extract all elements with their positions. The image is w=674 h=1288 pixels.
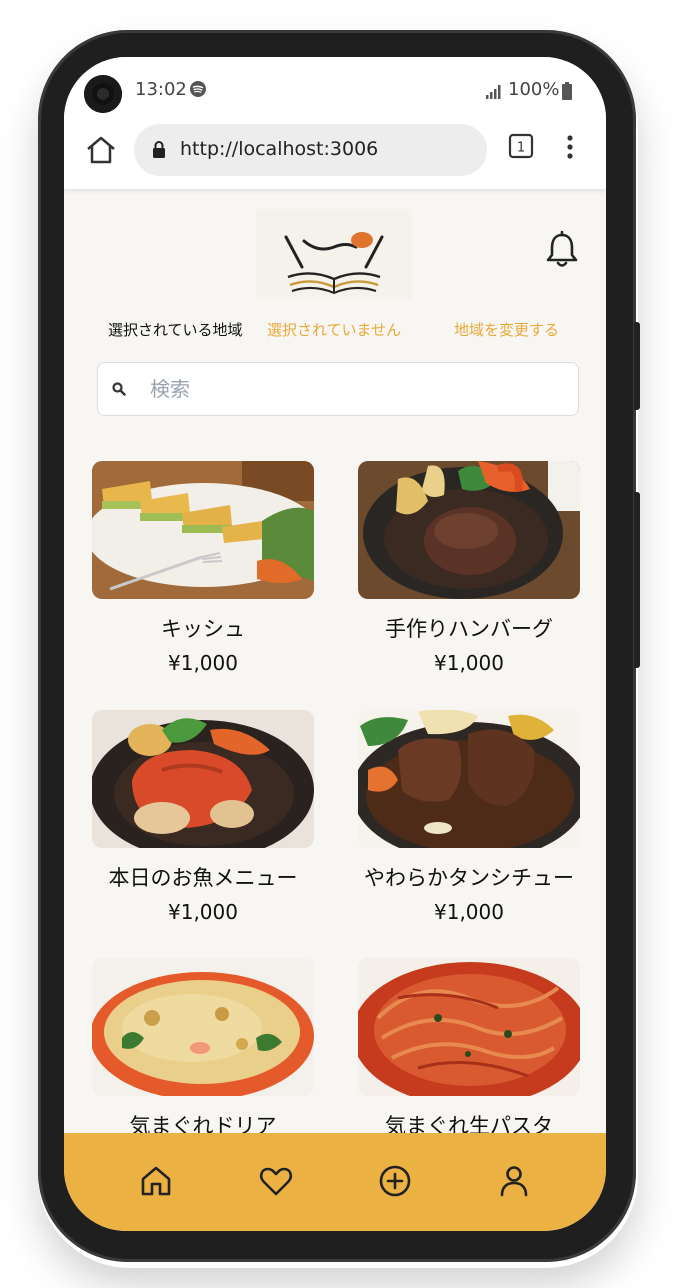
spotify-icon bbox=[190, 81, 206, 97]
status-bar: 13:02 100% bbox=[64, 57, 606, 119]
tab-count: 1 bbox=[517, 141, 525, 156]
menu-item-price: ¥1,000 bbox=[434, 651, 504, 675]
change-region-link[interactable]: 地域を変更する bbox=[454, 319, 559, 340]
app-logo bbox=[256, 209, 412, 299]
menu-item-name: 手作りハンバーグ bbox=[385, 617, 553, 641]
menu-item-image bbox=[358, 461, 580, 599]
phone-screen: 13:02 100% http://localhost:3006 1 選択されて… bbox=[64, 57, 606, 1231]
menu-item-price: ¥1,000 bbox=[168, 651, 238, 675]
menu-card[interactable]: 手作りハンバーグ ¥1,000 bbox=[358, 461, 580, 675]
power-button bbox=[634, 322, 640, 410]
signal-icon bbox=[486, 85, 501, 99]
user-icon[interactable] bbox=[496, 1163, 532, 1199]
menu-item-image bbox=[92, 958, 314, 1096]
address-bar[interactable]: http://localhost:3006 bbox=[134, 124, 487, 176]
status-time: 13:02 bbox=[135, 79, 187, 100]
browser-toolbar: http://localhost:3006 1 bbox=[64, 119, 606, 190]
menu-item-image bbox=[92, 461, 314, 599]
menu-item-price: ¥1,000 bbox=[434, 900, 504, 924]
lock-icon bbox=[153, 141, 165, 158]
browser-home-icon[interactable] bbox=[84, 133, 118, 167]
search-icon bbox=[112, 382, 126, 396]
front-camera bbox=[84, 75, 122, 113]
search-input[interactable] bbox=[148, 371, 562, 407]
heart-icon[interactable] bbox=[258, 1163, 294, 1199]
menu-item-image bbox=[358, 958, 580, 1096]
menu-card[interactable]: キッシュ ¥1,000 bbox=[92, 461, 314, 675]
url-text: http://localhost:3006 bbox=[180, 138, 379, 160]
battery-icon bbox=[562, 82, 572, 100]
menu-item-image bbox=[358, 710, 580, 848]
home-icon[interactable] bbox=[138, 1163, 174, 1199]
menu-item-name: 本日のお魚メニュー bbox=[108, 866, 298, 890]
menu-item-image bbox=[92, 710, 314, 848]
tab-switcher-icon[interactable]: 1 bbox=[508, 133, 534, 159]
page-content: 選択されている地域 選択されていません 地域を変更する 検索 キッシュ ¥1,0… bbox=[64, 189, 606, 1138]
menu-item-name: キッシュ bbox=[161, 617, 245, 641]
menu-item-price: ¥1,000 bbox=[168, 900, 238, 924]
region-value: 選択されていません bbox=[267, 321, 402, 339]
menu-card[interactable]: 気まぐれドリア bbox=[92, 958, 314, 1148]
menu-item-name: やわらかタンシチュー bbox=[364, 866, 574, 890]
region-label: 選択されている地域 bbox=[108, 321, 243, 339]
more-menu-icon[interactable] bbox=[558, 133, 582, 161]
menu-card[interactable]: 本日のお魚メニュー ¥1,000 bbox=[92, 710, 314, 924]
menu-card[interactable]: 気まぐれ生パスタ bbox=[358, 958, 580, 1148]
search-box[interactable] bbox=[97, 362, 579, 416]
battery-level: 100% bbox=[508, 79, 560, 100]
bottom-nav bbox=[64, 1133, 606, 1231]
menu-card[interactable]: やわらかタンシチュー ¥1,000 bbox=[358, 710, 580, 924]
notification-bell-icon[interactable] bbox=[544, 231, 580, 269]
volume-button bbox=[634, 492, 640, 668]
plus-circle-icon[interactable] bbox=[377, 1163, 413, 1199]
